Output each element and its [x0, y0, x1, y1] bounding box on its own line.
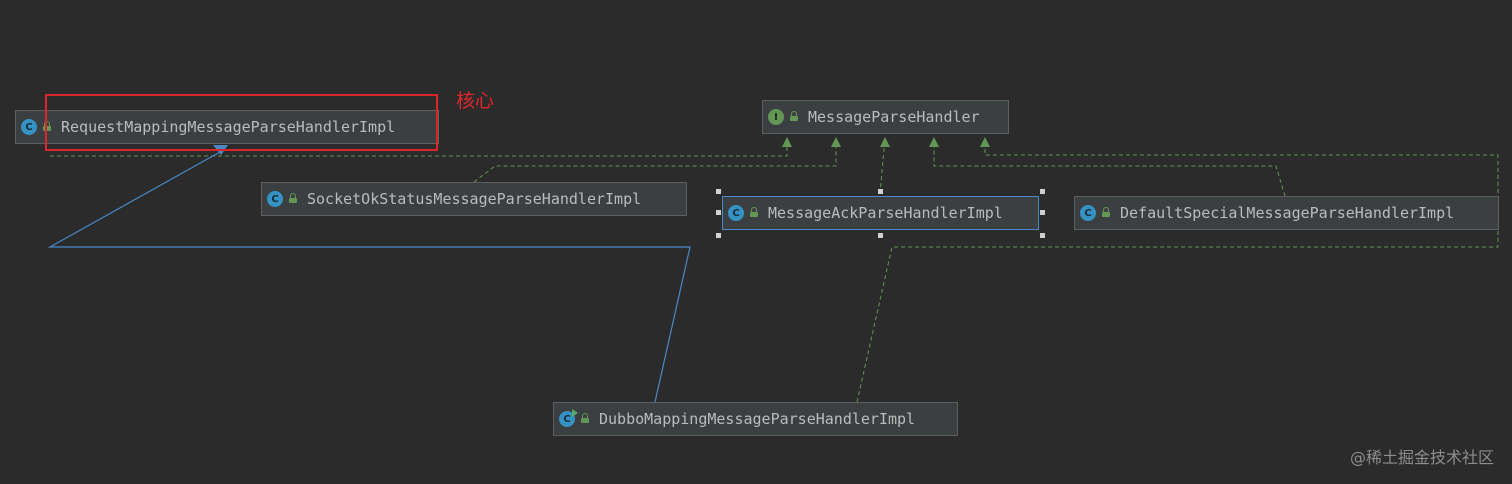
- public-access-icon: [581, 413, 589, 423]
- highlight-box: [45, 94, 438, 151]
- selection-handle[interactable]: [716, 210, 721, 215]
- selection-handle[interactable]: [1040, 189, 1045, 194]
- public-access-icon: [750, 207, 758, 217]
- arrowhead-1: [782, 137, 792, 147]
- class-node-message-ack[interactable]: C MessageAckParseHandlerImpl: [722, 196, 1039, 230]
- public-access-icon: [790, 111, 798, 121]
- selection-handle[interactable]: [716, 189, 721, 194]
- interface-name: MessageParseHandler: [808, 108, 980, 126]
- arrowhead-2: [831, 137, 841, 147]
- interface-node-message-parse-handler[interactable]: I MessageParseHandler: [762, 100, 1009, 134]
- interface-icon: I: [768, 109, 784, 125]
- selection-handle[interactable]: [1040, 233, 1045, 238]
- annotation-core: 核心: [456, 90, 495, 112]
- arrowhead-3: [880, 137, 890, 147]
- public-access-icon: [289, 193, 297, 203]
- selection-handle[interactable]: [878, 233, 883, 238]
- class-name: DubboMappingMessageParseHandlerImpl: [599, 410, 916, 428]
- selection-handle[interactable]: [716, 233, 721, 238]
- public-access-icon: [1102, 207, 1110, 217]
- class-name: SocketOkStatusMessageParseHandlerImpl: [307, 190, 642, 208]
- edge-socket-ok-implements: [473, 138, 837, 183]
- arrowhead-4: [929, 137, 939, 147]
- class-node-socket-ok-status[interactable]: C SocketOkStatusMessageParseHandlerImpl: [261, 182, 687, 216]
- arrowhead-5: [980, 137, 990, 147]
- class-icon: C: [21, 119, 37, 135]
- runnable-class-icon: C: [559, 409, 578, 427]
- class-node-dubbo-mapping[interactable]: C DubboMappingMessageParseHandlerImpl: [553, 402, 958, 436]
- class-icon: C: [1080, 205, 1096, 221]
- watermark: @稀土掘金技术社区: [1349, 448, 1494, 467]
- class-name: MessageAckParseHandlerImpl: [768, 204, 1003, 222]
- class-node-default-special[interactable]: C DefaultSpecialMessageParseHandlerImpl: [1074, 196, 1499, 230]
- selection-handle[interactable]: [1040, 210, 1045, 215]
- class-icon: C: [728, 205, 744, 221]
- edge-dubbo-mapping-implements: [856, 138, 1499, 403]
- class-icon: C: [267, 191, 283, 207]
- class-name: DefaultSpecialMessageParseHandlerImpl: [1120, 204, 1455, 222]
- selection-handle[interactable]: [878, 189, 883, 194]
